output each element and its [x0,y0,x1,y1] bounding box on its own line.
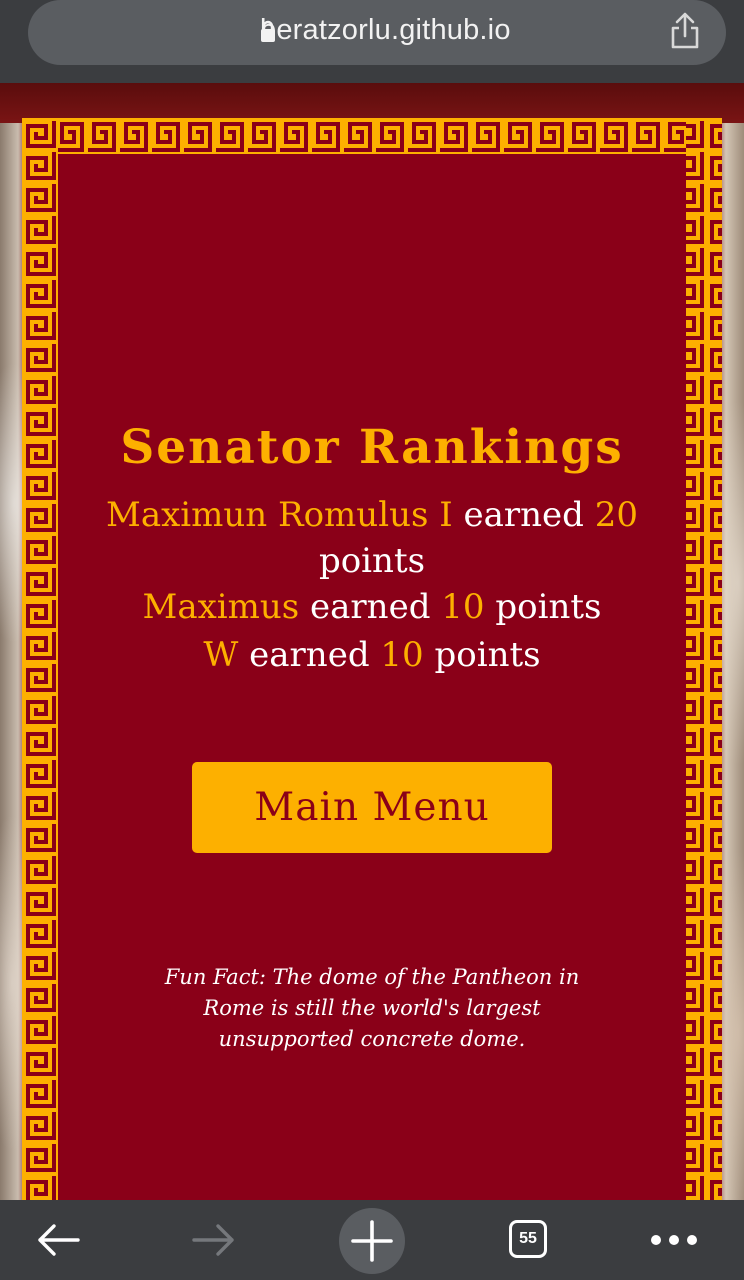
address-bar[interactable]: beratzorlu.github.io [28,0,726,65]
points-value: 10 [380,635,424,675]
ranking-item: W earned 10 points [58,632,686,678]
url-text: beratzorlu.github.io [260,14,511,46]
points-text: points [423,635,541,675]
tabs-button[interactable]: 55 [509,1220,547,1258]
points-text: points [484,587,602,627]
browser-bottom-bar: 55 [0,1200,744,1280]
rankings-list: Maximun Romulus I earned 20 points Maxim… [58,492,686,678]
senator-name: W [203,635,239,675]
new-tab-icon [351,1220,393,1262]
earned-text: earned [238,635,381,675]
senator-name: Maximus [142,587,300,627]
background-top-shade [0,83,744,123]
ranking-item: Maximus earned 10 points [58,584,686,630]
share-icon[interactable] [668,12,702,50]
more-icon[interactable] [650,1234,698,1246]
rankings-panel: Senator Rankings Maximun Romulus I earne… [58,420,686,678]
forward-arrow-icon[interactable] [190,1220,238,1260]
points-text: points [318,541,426,581]
new-tab-button[interactable] [339,1208,405,1274]
points-value: 20 [594,495,638,535]
earned-text: earned [452,495,595,535]
browser-top-bar: beratzorlu.github.io [0,0,744,83]
points-value: 10 [441,587,485,627]
back-arrow-icon[interactable] [34,1220,82,1260]
tab-count: 55 [519,1230,537,1247]
fun-fact: Fun Fact: The dome of the Pantheon in Ro… [164,965,580,1051]
page-title: Senator Rankings [120,420,624,475]
main-menu-button[interactable]: Main Menu [192,762,552,853]
ranking-item: Maximun Romulus I earned 20 points [58,492,686,584]
senator-name: Maximun Romulus I [106,495,453,535]
earned-text: earned [299,587,442,627]
